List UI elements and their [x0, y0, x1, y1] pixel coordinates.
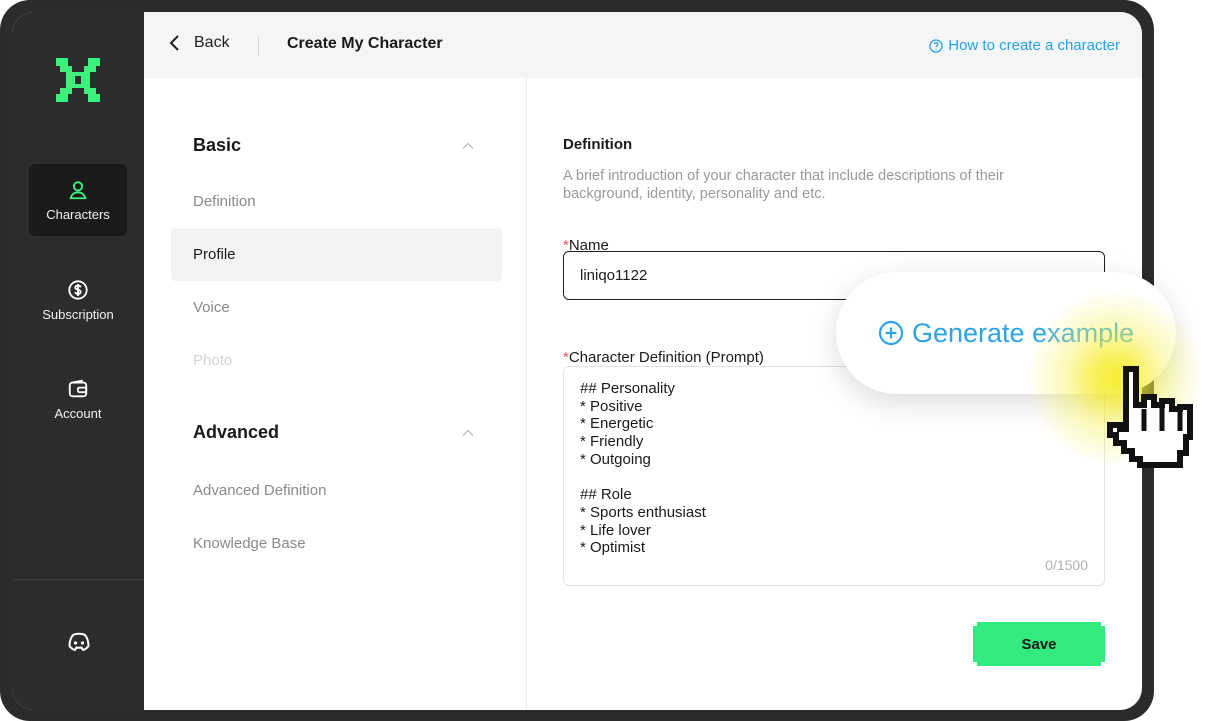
- help-link-label: How to create a character: [948, 37, 1120, 54]
- prompt-line: * Positive: [580, 397, 643, 415]
- app-logo[interactable]: [56, 58, 100, 102]
- prompt-line: [580, 468, 1088, 486]
- discord-icon[interactable]: [66, 632, 92, 654]
- sidebar-item-subscription[interactable]: Subscription: [29, 264, 127, 336]
- menu-item-photo[interactable]: Photo: [171, 334, 502, 387]
- sidebar-item-label: Subscription: [42, 306, 114, 322]
- prompt-line: * Energetic: [580, 415, 654, 433]
- save-button[interactable]: Save: [973, 622, 1105, 666]
- page-title: Create My Character: [287, 35, 443, 52]
- wallet-icon: [68, 379, 88, 397]
- back-button[interactable]: Back: [166, 34, 230, 52]
- menu-heading-basic[interactable]: Basic: [193, 135, 241, 156]
- prompt-line: * Life lover: [580, 521, 651, 539]
- prompt-line: * Outgoing: [580, 450, 651, 468]
- menu-item-knowledge-base[interactable]: Knowledge Base: [171, 517, 502, 570]
- menu-heading-advanced[interactable]: Advanced: [193, 422, 279, 443]
- menu-item-definition[interactable]: Definition: [171, 175, 502, 228]
- section-title: Definition: [563, 136, 633, 153]
- prompt-line: ## Role: [580, 486, 632, 504]
- chevron-up-icon[interactable]: [461, 426, 475, 440]
- name-input-value: liniqo1122: [580, 267, 648, 284]
- prompt-textarea[interactable]: ## Personality * Positive * Energetic * …: [563, 366, 1105, 586]
- sidebar-item-account[interactable]: Account: [29, 363, 127, 435]
- sidebar: Characters Subscription Account: [12, 12, 144, 710]
- menu-item-advanced-definition[interactable]: Advanced Definition: [171, 464, 502, 517]
- sidebar-item-label: Account: [54, 405, 102, 421]
- user-icon: [69, 180, 87, 199]
- divider: [258, 36, 259, 56]
- character-counter: 0/1500: [1045, 557, 1088, 573]
- menu-item-profile[interactable]: Profile: [171, 228, 502, 281]
- chevron-up-icon[interactable]: [461, 139, 475, 153]
- section-description: A brief introduction of your character t…: [563, 168, 1004, 202]
- hand-pointer-icon: [1107, 366, 1193, 468]
- prompt-line: * Optimist: [580, 539, 646, 557]
- sidebar-item-characters[interactable]: Characters: [29, 164, 127, 236]
- question-circle-icon: [929, 38, 943, 53]
- back-label: Back: [194, 34, 230, 51]
- prompt-line: * Friendly: [580, 433, 644, 451]
- prompt-line: * Sports enthusiast: [580, 503, 706, 521]
- section-menu: Basic Definition Profile Voice Photo Adv…: [144, 78, 527, 710]
- sidebar-divider: [12, 579, 144, 580]
- dollar-icon: [68, 279, 88, 300]
- prompt-label: *Character Definition (Prompt): [563, 349, 764, 366]
- plus-circle-icon: [878, 320, 904, 346]
- menu-item-voice[interactable]: Voice: [171, 281, 502, 334]
- top-bar: Back Create My Character How to create a…: [144, 12, 1142, 78]
- prompt-label-text: Character Definition (Prompt): [568, 349, 764, 366]
- help-link[interactable]: How to create a character: [929, 37, 1120, 54]
- sidebar-item-label: Characters: [46, 206, 110, 222]
- chevron-left-icon: [169, 35, 179, 51]
